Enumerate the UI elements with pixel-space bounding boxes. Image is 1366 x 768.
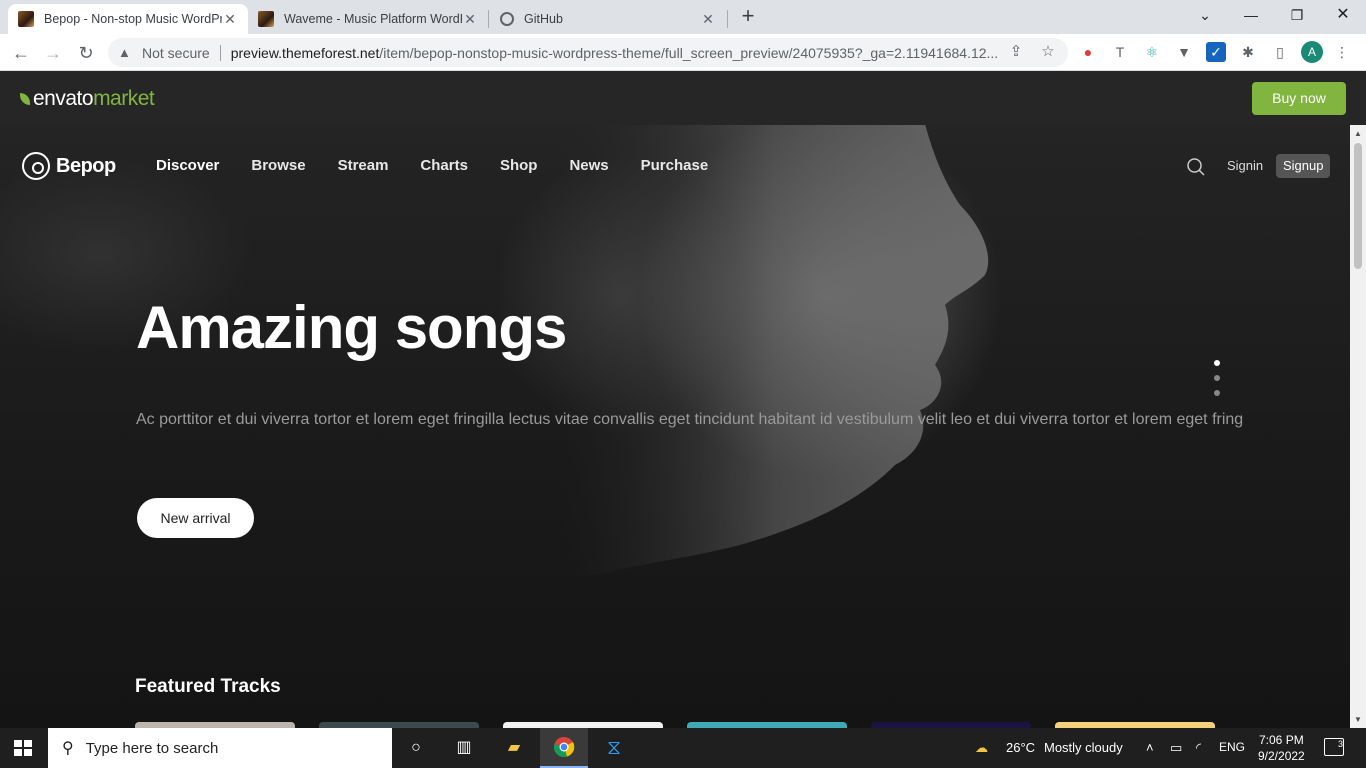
weather-temp[interactable]: 26°C: [1006, 740, 1035, 755]
hero-description: Ac porttitor et dui viverra tortor et lo…: [136, 411, 1244, 428]
side-panel-icon[interactable]: ▯: [1270, 42, 1290, 62]
clock-time: 7:06 PM: [1259, 733, 1304, 747]
logo-envato-text: envato: [33, 87, 94, 110]
tab-close-icon[interactable]: ✕: [462, 11, 478, 28]
brand-name: Bepop: [56, 154, 116, 177]
envato-preview-bar: envato market Buy now: [0, 71, 1366, 125]
url-text[interactable]: preview.themeforest.net/item/bepop-nonst…: [231, 45, 1001, 61]
file-explorer-icon[interactable]: ▰: [502, 736, 526, 760]
tab-github[interactable]: GitHub ✕: [490, 4, 726, 34]
scroll-down-arrow-icon[interactable]: ▼: [1350, 715, 1366, 724]
featured-tracks-heading: Featured Tracks: [135, 676, 281, 697]
address-divider: [219, 44, 221, 61]
language-indicator[interactable]: ENG: [1219, 740, 1245, 754]
tab-title: GitHub: [524, 12, 563, 26]
wifi-icon[interactable]: ◜: [1196, 740, 1201, 756]
windows-start-icon[interactable]: [14, 740, 32, 756]
weather-cloud-icon[interactable]: ☁: [975, 740, 988, 756]
checkbox-extension-icon[interactable]: ✓: [1206, 42, 1226, 62]
share-icon[interactable]: ⇪: [1006, 42, 1026, 62]
bookmark-star-icon[interactable]: ☆: [1038, 42, 1058, 62]
tab-search-chevron-icon[interactable]: ⌄: [1182, 0, 1228, 30]
tab-bepop[interactable]: Bepop - Non-stop Music WordPress Theme ✕: [8, 4, 248, 34]
nav-shop[interactable]: Shop: [500, 157, 538, 174]
signup-button[interactable]: Signup: [1276, 154, 1331, 178]
logo-market-text: market: [93, 87, 155, 110]
nav-browse[interactable]: Browse: [251, 157, 305, 174]
url-path: /item/bepop-nonstop-music-wordpress-them…: [379, 44, 999, 61]
not-secure-label: Not secure: [142, 44, 210, 61]
tab-divider: [727, 10, 728, 28]
search-icon[interactable]: [1187, 158, 1205, 176]
back-arrow-icon[interactable]: ←: [8, 40, 34, 66]
hero-title: Amazing songs: [136, 294, 567, 361]
reload-icon[interactable]: ↻: [73, 40, 99, 66]
tray-overflow-chevron-icon[interactable]: ˄: [1146, 740, 1154, 755]
taskbar-clock[interactable]: 7:06 PM 9/2/2022: [1258, 732, 1305, 764]
tab-waveme[interactable]: Waveme - Music Platform WordPress Theme …: [248, 4, 488, 34]
vinyl-disc-icon: [22, 152, 50, 180]
page-scrollbar[interactable]: ▲ ▼: [1350, 125, 1366, 728]
text-extension-icon[interactable]: T: [1110, 42, 1130, 62]
taskbar-search-placeholder: Type here to search: [85, 739, 219, 757]
clock-date: 9/2/2022: [1258, 749, 1305, 763]
task-view-icon[interactable]: ▥: [452, 736, 476, 760]
hero-portrait-image: [560, 125, 989, 575]
signin-link[interactable]: Signin: [1227, 158, 1263, 173]
minimize-button[interactable]: —: [1228, 0, 1274, 30]
vue-extension-icon[interactable]: ▼: [1174, 42, 1194, 62]
tab-title: Waveme - Music Platform WordPress Theme: [284, 12, 462, 26]
slider-dots: [1214, 360, 1220, 405]
nav-news[interactable]: News: [569, 157, 608, 174]
battery-icon[interactable]: ▭: [1170, 740, 1182, 756]
site-favicon-icon: [18, 11, 34, 27]
react-extension-icon[interactable]: ⚛: [1142, 42, 1162, 62]
taskbar-search-box[interactable]: ⚲ Type here to search: [48, 728, 392, 768]
address-bar[interactable]: ▲ Not secure preview.themeforest.net/ite…: [108, 38, 1068, 67]
slider-dot[interactable]: [1214, 390, 1220, 396]
tab-divider: [488, 10, 489, 28]
scrollbar-thumb[interactable]: [1354, 143, 1362, 269]
windows-taskbar: ⚲ Type here to search ○ ▥ ▰ ⧖ ☁ 26°C Mos…: [0, 728, 1366, 768]
scroll-up-arrow-icon[interactable]: ▲: [1350, 129, 1366, 138]
weather-desc[interactable]: Mostly cloudy: [1044, 740, 1123, 755]
slider-dot[interactable]: [1214, 360, 1220, 366]
envato-market-logo[interactable]: envato market: [20, 87, 155, 111]
tab-close-icon[interactable]: ✕: [700, 11, 716, 28]
new-arrival-button[interactable]: New arrival: [137, 498, 254, 538]
restore-button[interactable]: ❐: [1274, 0, 1320, 30]
tab-title: Bepop - Non-stop Music WordPress Theme: [44, 12, 222, 26]
url-host: preview.themeforest.net: [230, 44, 380, 61]
nav-discover[interactable]: Discover: [156, 157, 219, 174]
main-nav: Discover Browse Stream Charts Shop News …: [156, 157, 708, 174]
browser-tab-strip: Bepop - Non-stop Music WordPress Theme ✕…: [0, 0, 1366, 34]
forward-arrow-icon[interactable]: →: [40, 40, 66, 66]
chrome-icon[interactable]: [552, 736, 576, 760]
new-tab-button[interactable]: +: [736, 5, 760, 29]
menu-kebab-icon[interactable]: ⋮: [1332, 42, 1352, 62]
notification-count: 3: [1337, 739, 1343, 749]
profile-avatar[interactable]: A: [1301, 41, 1323, 63]
tab-close-icon[interactable]: ✕: [222, 11, 238, 28]
warning-icon: ▲: [118, 45, 131, 60]
bepop-page: Bepop Discover Browse Stream Charts Shop…: [0, 125, 1350, 728]
nav-charts[interactable]: Charts: [420, 157, 468, 174]
puzzle-extensions-icon[interactable]: ✱: [1238, 42, 1258, 62]
cortana-icon[interactable]: ○: [404, 736, 428, 760]
github-icon: [500, 12, 514, 26]
color-picker-extension-icon[interactable]: ●: [1078, 42, 1098, 62]
browser-toolbar: ← → ↻ ▲ Not secure preview.themeforest.n…: [0, 34, 1366, 71]
vscode-icon[interactable]: ⧖: [602, 736, 626, 760]
notification-center-icon[interactable]: 3: [1324, 738, 1344, 756]
nav-purchase[interactable]: Purchase: [641, 157, 709, 174]
buy-now-button[interactable]: Buy now: [1252, 82, 1346, 115]
search-icon: ⚲: [62, 740, 74, 757]
bepop-logo[interactable]: Bepop: [22, 152, 116, 180]
site-favicon-icon: [258, 11, 274, 27]
nav-stream[interactable]: Stream: [338, 157, 389, 174]
slider-dot[interactable]: [1214, 375, 1220, 381]
envato-leaf-icon: [20, 93, 30, 105]
close-window-button[interactable]: ✕: [1320, 0, 1366, 30]
